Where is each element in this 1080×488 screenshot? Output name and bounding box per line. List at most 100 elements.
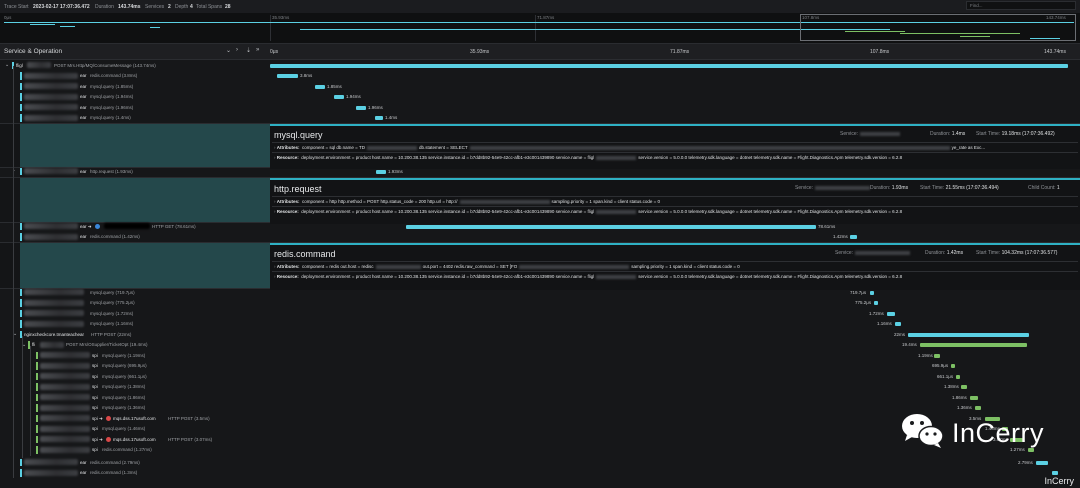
detail-title: mysql.query — [274, 130, 323, 140]
span-row[interactable]: ear ➜ HTTP GET (78.61ms) 78.61ms — [0, 221, 1080, 232]
span-detail-http: http.request Service: Duration: 1.93ms S… — [0, 177, 1080, 224]
span-row[interactable]: spi mysql.query (1.19ms) 1.19ms — [0, 350, 1080, 361]
detail-attributes[interactable]: › Attributes: component = http http.meth… — [274, 199, 660, 204]
span-bar[interactable] — [356, 105, 366, 110]
span-row[interactable]: spi mysql.query (1.38ms) 1.38ms — [0, 382, 1080, 393]
corner-brand: InCerry — [1044, 476, 1074, 486]
span-row[interactable]: mysql.query (1.72ms) 1.72ms — [0, 308, 1080, 319]
detail-panel: mysql.query Service: Duration: 1.4ms Sta… — [270, 124, 1080, 169]
service-icon — [94, 223, 100, 229]
detail-attributes[interactable]: › Attributes: component = sql db.name = … — [274, 145, 985, 150]
detail-indent — [20, 243, 270, 288]
detail-panel: redis.command Service: Duration: 1.42ms … — [270, 243, 1080, 290]
duration-label: Duration — [95, 4, 114, 10]
span-bar[interactable] — [970, 395, 978, 400]
depth-label: Depth — [175, 4, 189, 10]
detail-resource[interactable]: › Resource: deployment.environment = pro… — [274, 209, 902, 214]
span-bar[interactable] — [870, 290, 874, 295]
span-row[interactable]: mysql.query (775.2μs) 775.2μs — [0, 298, 1080, 309]
span-bar[interactable] — [406, 224, 816, 229]
detail-child-count: Child Count: 1 — [1028, 185, 1060, 191]
trace-start-label: Trace Start — [4, 4, 29, 10]
watermark-text: InCerry — [952, 418, 1045, 448]
total-spans-value: 28 — [225, 4, 231, 10]
detail-start-time: Start Time: 21.55ms (17:07:36.494) — [920, 185, 999, 191]
span-bar[interactable] — [887, 311, 895, 316]
collapse-all-icon[interactable]: ⌄ — [226, 47, 231, 54]
minimap-tick: 35.93ms — [272, 15, 290, 20]
minimap-viewport-handle[interactable] — [800, 14, 1076, 41]
span-bar[interactable] — [315, 84, 325, 89]
external-service-icon — [106, 415, 112, 421]
duration-value: 143.74ms — [118, 4, 141, 10]
span-bar[interactable] — [920, 343, 1027, 347]
span-row[interactable]: spi mysql.query (695.9μs) 695.9μs — [0, 361, 1080, 372]
services-value: 2 — [168, 4, 171, 10]
span-row[interactable]: › ear http.request (1.93ms) 1.93ms — [0, 166, 1080, 177]
watermark: InCerry — [900, 410, 1050, 460]
span-bar[interactable] — [874, 301, 878, 305]
detail-resource[interactable]: › Resource: deployment.environment = pro… — [274, 155, 902, 160]
span-bar[interactable] — [334, 95, 344, 99]
span-bar[interactable] — [850, 235, 857, 239]
span-bar[interactable] — [961, 385, 967, 389]
service-operation-header: Service & Operation — [4, 48, 63, 55]
span-bar[interactable] — [375, 116, 383, 120]
span-bar[interactable] — [956, 374, 960, 379]
detail-attributes[interactable]: › Attributes: component = redis out.host… — [274, 264, 740, 269]
span-bar[interactable] — [908, 332, 1029, 337]
column-header: Service & Operation ⌄ › ⇣ » 0μs 35.93ms … — [0, 44, 1080, 60]
minimap-tick: 0μs — [4, 15, 12, 20]
detail-title: http.request — [274, 184, 322, 194]
timeline-tick: 143.74ms — [1044, 49, 1066, 55]
timeline-tick: 35.93ms — [470, 49, 490, 55]
span-bar[interactable] — [951, 364, 955, 368]
timeline-tick: 71.87ms — [670, 49, 690, 55]
span-bar[interactable] — [270, 63, 1068, 68]
find-input[interactable]: Find... — [966, 1, 1076, 10]
collapse-toggle-icon[interactable]: ⌄ — [5, 62, 9, 68]
span-row[interactable]: ear redis.command (1.42ms) 1.42ms — [0, 232, 1080, 243]
detail-duration: Duration: 1.93ms — [870, 185, 909, 191]
depth-value: 4 — [190, 4, 193, 10]
detail-indent — [20, 178, 270, 222]
span-row[interactable]: spi mysql.query (1.86ms) 1.86ms — [0, 392, 1080, 403]
span-row[interactable]: mysql.query (719.7μs) 719.7μs — [0, 287, 1080, 298]
span-row[interactable]: ear mysql.query (1.96ms) 1.96ms — [0, 102, 1080, 113]
expand-one-icon[interactable]: ⇣ — [246, 47, 251, 54]
span-row[interactable]: ⌄ nginxcheckcore.tmanteachear HTTP POST … — [0, 329, 1080, 340]
span-bar[interactable] — [376, 169, 386, 174]
span-row[interactable]: ear mysql.query (1.85ms) 1.85ms — [0, 81, 1080, 92]
span-row[interactable]: ear mysql.query (1.4ms) 1.4ms — [0, 113, 1080, 124]
expand-all-icon[interactable]: » — [256, 47, 259, 53]
span-bar[interactable] — [934, 353, 940, 358]
services-label: Services — [145, 4, 165, 10]
span-row[interactable]: ⌄ fligl POST Mrs.Http/MQ/ConsumeMessage … — [0, 60, 1080, 71]
span-row[interactable]: ear redis.command (3.8ms) 3.8ms — [0, 71, 1080, 82]
trace-minimap[interactable]: 0μs 35.93ms 71.87ms 107.8ms 143.74ms — [0, 13, 1080, 44]
detail-service: Service: — [795, 185, 872, 191]
span-row[interactable]: ear redis.command (1.3ms) — [0, 468, 1080, 479]
span-row[interactable]: mysql.query (1.16ms) 1.16ms — [0, 319, 1080, 330]
timeline-tick: 107.8ms — [870, 49, 890, 55]
span-bar[interactable] — [277, 74, 298, 78]
total-spans-label: Total Spans — [196, 4, 223, 10]
span-row[interactable]: ⌄ fli POST Mrs/OSupplier/TicketOpt (19.4… — [0, 340, 1080, 351]
chevron-right-icon[interactable]: › — [236, 47, 238, 53]
wechat-icon — [902, 414, 944, 448]
detail-start-time: Start Time: 19.18ms (17:07:36.492) — [976, 131, 1055, 137]
external-service-icon — [106, 436, 112, 442]
span-detail-mysql: mysql.query Service: Duration: 1.4ms Sta… — [0, 123, 1080, 169]
span-row[interactable]: spi mysql.query (661.1μs) 661.1μs — [0, 371, 1080, 382]
detail-resource[interactable]: › Resource: deployment.environment = pro… — [274, 274, 902, 279]
detail-indent — [20, 124, 270, 167]
trace-header: Trace Start 2023-02-17 17:07:36.472 Dura… — [0, 0, 1080, 13]
span-bar[interactable] — [895, 322, 901, 326]
span-bar[interactable] — [1052, 471, 1058, 475]
span-row[interactable]: ear mysql.query (1.94ms) 1.94ms — [0, 92, 1080, 103]
detail-panel: http.request Service: Duration: 1.93ms S… — [270, 178, 1080, 224]
minimap-tick: 71.87ms — [537, 15, 555, 20]
detail-title: redis.command — [274, 249, 336, 259]
span-bar[interactable] — [1036, 460, 1048, 465]
detail-service: Service: — [840, 131, 902, 137]
